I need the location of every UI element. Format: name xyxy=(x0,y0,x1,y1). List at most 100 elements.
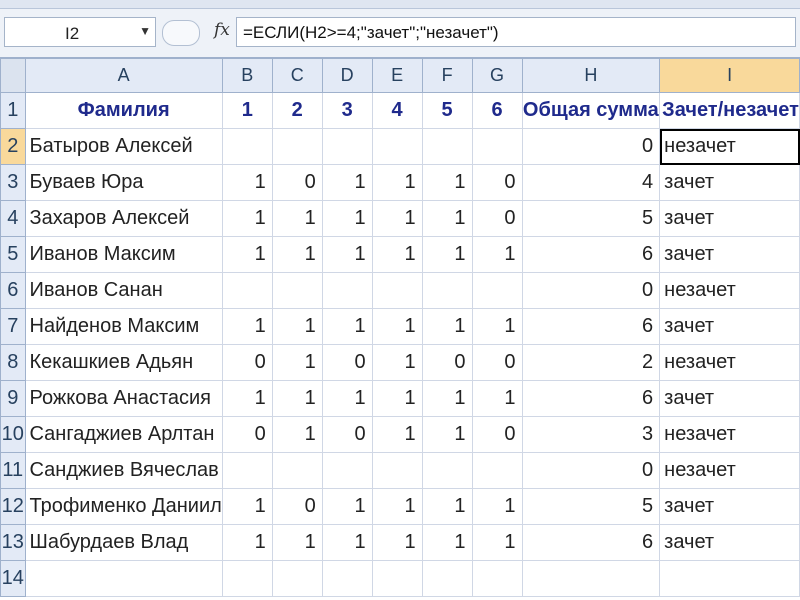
score-cell[interactable]: 1 xyxy=(271,524,323,561)
score-cell[interactable] xyxy=(271,272,323,309)
header-cell-task[interactable]: 1 xyxy=(221,92,273,129)
score-cell[interactable]: 1 xyxy=(221,488,273,525)
score-cell[interactable]: 1 xyxy=(321,308,373,345)
result-cell[interactable]: незачет xyxy=(659,416,800,453)
score-cell[interactable]: 1 xyxy=(221,236,273,273)
column-header-h[interactable]: H xyxy=(521,58,661,93)
score-cell[interactable] xyxy=(321,272,373,309)
result-cell[interactable]: зачет xyxy=(659,164,800,201)
score-cell[interactable]: 1 xyxy=(221,524,273,561)
score-cell[interactable]: 1 xyxy=(421,380,473,417)
row-header[interactable]: 13 xyxy=(0,524,26,561)
result-cell[interactable]: незачет xyxy=(659,344,800,381)
score-cell[interactable]: 0 xyxy=(221,416,273,453)
name-cell[interactable]: Иванов Максим xyxy=(24,236,223,273)
score-cell[interactable]: 1 xyxy=(371,416,423,453)
name-cell[interactable]: Санджиев Вячеслав xyxy=(24,452,223,489)
score-cell[interactable]: 0 xyxy=(271,164,323,201)
result-cell[interactable]: незачет xyxy=(659,128,800,165)
name-cell[interactable]: Трофименко Даниил xyxy=(24,488,223,525)
column-header-g[interactable]: G xyxy=(471,58,523,93)
result-cell[interactable]: зачет xyxy=(659,488,800,525)
name-cell[interactable]: Захаров Алексей xyxy=(24,200,223,237)
score-cell[interactable]: 1 xyxy=(271,344,323,381)
header-cell-task[interactable]: 4 xyxy=(371,92,423,129)
score-cell[interactable]: 1 xyxy=(221,380,273,417)
row-header[interactable]: 12 xyxy=(0,488,26,525)
score-cell[interactable]: 1 xyxy=(321,200,373,237)
score-cell[interactable]: 0 xyxy=(271,488,323,525)
row-header[interactable]: 10 xyxy=(0,416,26,453)
score-cell[interactable] xyxy=(221,272,273,309)
score-cell[interactable]: 1 xyxy=(271,308,323,345)
score-cell[interactable] xyxy=(371,452,423,489)
row-header[interactable]: 2 xyxy=(0,128,26,165)
result-cell[interactable]: зачет xyxy=(659,236,800,273)
score-cell[interactable] xyxy=(321,452,373,489)
score-cell[interactable]: 1 xyxy=(371,344,423,381)
result-cell[interactable]: зачет xyxy=(659,308,800,345)
score-cell[interactable]: 0 xyxy=(471,416,523,453)
total-cell[interactable]: 6 xyxy=(521,524,661,561)
score-cell[interactable]: 0 xyxy=(221,344,273,381)
total-cell[interactable]: 3 xyxy=(521,416,661,453)
score-cell[interactable]: 0 xyxy=(471,200,523,237)
column-header-f[interactable]: F xyxy=(421,58,473,93)
column-header-a[interactable]: A xyxy=(24,58,223,93)
total-cell[interactable]: 0 xyxy=(521,272,661,309)
name-cell[interactable]: Сангаджиев Арлтан xyxy=(24,416,223,453)
row-header[interactable]: 6 xyxy=(0,272,26,309)
header-cell-task[interactable]: 6 xyxy=(471,92,523,129)
score-cell[interactable]: 1 xyxy=(421,236,473,273)
column-header-i[interactable]: I xyxy=(659,58,800,93)
score-cell[interactable]: 1 xyxy=(371,236,423,273)
score-cell[interactable] xyxy=(471,128,523,165)
score-cell[interactable]: 0 xyxy=(321,344,373,381)
empty-cell[interactable] xyxy=(421,560,473,597)
total-cell[interactable]: 6 xyxy=(521,380,661,417)
result-cell[interactable]: незачет xyxy=(659,452,800,489)
name-cell[interactable]: Шабурдаев Влад xyxy=(24,524,223,561)
row-header[interactable]: 14 xyxy=(0,560,26,597)
score-cell[interactable]: 1 xyxy=(471,308,523,345)
score-cell[interactable] xyxy=(221,452,273,489)
empty-cell[interactable] xyxy=(471,560,523,597)
score-cell[interactable] xyxy=(421,128,473,165)
name-cell[interactable]: Иванов Санан xyxy=(24,272,223,309)
score-cell[interactable]: 1 xyxy=(371,200,423,237)
total-cell[interactable]: 6 xyxy=(521,236,661,273)
dropdown-arrow-icon[interactable]: ▼ xyxy=(139,24,151,38)
row-header[interactable]: 5 xyxy=(0,236,26,273)
score-cell[interactable]: 1 xyxy=(221,164,273,201)
score-cell[interactable] xyxy=(371,128,423,165)
name-box[interactable]: I2 ▼ xyxy=(4,17,156,47)
row-header[interactable]: 1 xyxy=(0,92,26,129)
score-cell[interactable]: 0 xyxy=(471,344,523,381)
score-cell[interactable]: 1 xyxy=(371,524,423,561)
score-cell[interactable] xyxy=(471,272,523,309)
score-cell[interactable] xyxy=(371,272,423,309)
formula-bar-grip[interactable] xyxy=(162,20,200,46)
row-header[interactable]: 11 xyxy=(0,452,26,489)
result-cell[interactable]: зачет xyxy=(659,524,800,561)
empty-cell[interactable] xyxy=(24,560,223,597)
score-cell[interactable]: 0 xyxy=(471,164,523,201)
result-cell[interactable]: зачет xyxy=(659,200,800,237)
column-header-e[interactable]: E xyxy=(371,58,423,93)
score-cell[interactable]: 1 xyxy=(221,200,273,237)
empty-cell[interactable] xyxy=(521,560,661,597)
name-cell[interactable]: Буваев Юра xyxy=(24,164,223,201)
score-cell[interactable]: 0 xyxy=(321,416,373,453)
header-cell-task[interactable]: 5 xyxy=(421,92,473,129)
score-cell[interactable]: 1 xyxy=(321,380,373,417)
total-cell[interactable]: 0 xyxy=(521,128,661,165)
score-cell[interactable]: 1 xyxy=(321,236,373,273)
score-cell[interactable]: 1 xyxy=(371,164,423,201)
row-header[interactable]: 3 xyxy=(0,164,26,201)
row-header[interactable]: 9 xyxy=(0,380,26,417)
select-all-corner[interactable] xyxy=(0,58,26,93)
score-cell[interactable] xyxy=(421,272,473,309)
header-cell-total[interactable]: Общая сумма xyxy=(521,92,661,129)
score-cell[interactable]: 1 xyxy=(471,380,523,417)
score-cell[interactable]: 1 xyxy=(421,488,473,525)
